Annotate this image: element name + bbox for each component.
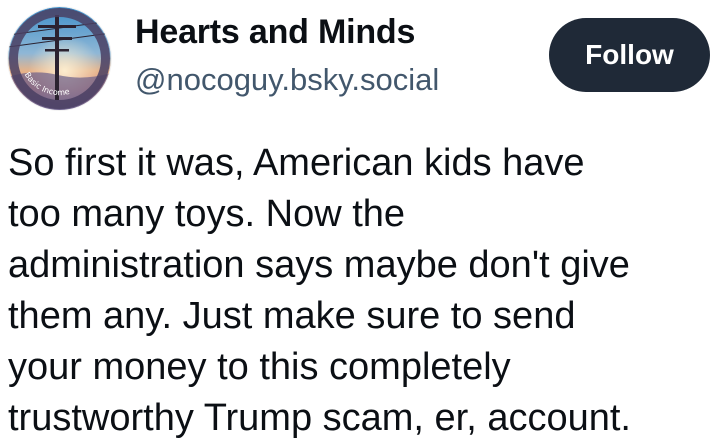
post-text: So first it was, American kids have too … xyxy=(8,142,631,439)
avatar-image: Basic Income xyxy=(8,7,111,110)
post-card: Basic Income Hearts and Minds @nocoguy.b… xyxy=(0,0,710,448)
avatar[interactable]: Basic Income xyxy=(8,7,111,110)
follow-button[interactable]: Follow xyxy=(549,18,710,92)
author-handle[interactable]: @nocoguy.bsky.social xyxy=(135,60,439,100)
display-name[interactable]: Hearts and Minds xyxy=(135,12,415,52)
